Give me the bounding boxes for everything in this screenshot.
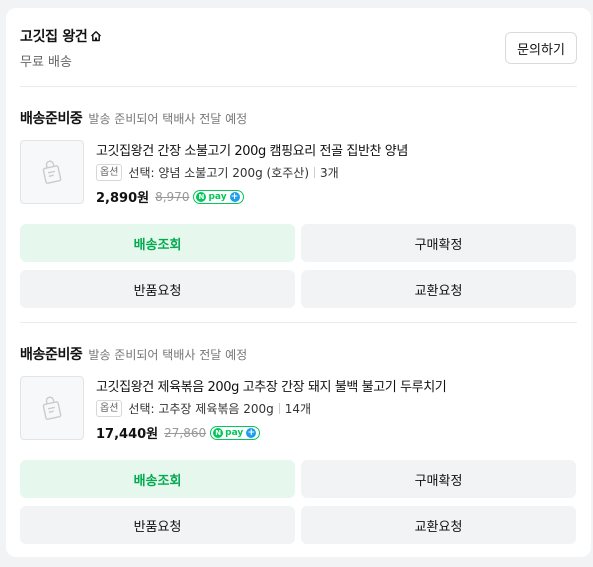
npay-plus-badge-icon: N pay +: [193, 189, 244, 204]
action-buttons: 배송조회 구매확정 반품요청 교환요청: [20, 460, 577, 546]
npay-label: pay: [225, 427, 244, 438]
price-line: 2,890원 8,970 N pay +: [96, 187, 577, 206]
npay-n-icon: N: [213, 427, 224, 438]
order-item: 배송준비중 발송 준비되어 택배사 전달 예정 고깃집왕건 제육볶음 200g …: [20, 344, 577, 546]
status-line: 배송준비중 발송 준비되어 택배사 전달 예정: [20, 344, 577, 363]
shipping-type: 무료 배송: [20, 55, 72, 70]
exchange-request-button[interactable]: 교환요청: [301, 270, 576, 308]
status-line: 배송준비중 발송 준비되어 택배사 전달 예정: [20, 108, 577, 127]
price: 17,440원: [96, 427, 159, 442]
product-row[interactable]: 고깃집왕건 제육볶음 200g 고추장 간장 돼지 불백 불고기 두루치기 옵션…: [20, 376, 577, 442]
plus-icon: +: [229, 191, 240, 202]
product-name[interactable]: 고깃집왕건 제육볶음 200g 고추장 간장 돼지 불백 불고기 두루치기: [96, 376, 577, 395]
product-thumbnail[interactable]: [20, 140, 84, 204]
action-buttons: 배송조회 구매확정 반품요청 교환요청: [20, 224, 577, 310]
option-text: 선택: 고추장 제육볶음 200g: [128, 402, 274, 416]
order-status-description: 발송 준비되어 택배사 전달 예정: [88, 348, 248, 362]
inquiry-button[interactable]: 문의하기: [505, 32, 577, 64]
store-name-text: 고깃집 왕건: [20, 29, 88, 45]
divider: [20, 86, 577, 87]
npay-plus-badge-icon: N pay +: [210, 425, 261, 440]
option-separator: [314, 167, 316, 178]
return-request-button[interactable]: 반품요청: [20, 270, 295, 308]
option-line: 옵션 선택: 고추장 제육볶음 200g 14개: [96, 400, 577, 417]
home-icon: [91, 31, 102, 42]
product-name[interactable]: 고깃집왕건 간장 소불고기 200g 캠핑요리 전골 집반찬 양념: [96, 140, 577, 159]
order-item: 배송준비중 발송 준비되어 택배사 전달 예정 고깃집왕건 간장 소불고기 20…: [20, 108, 577, 310]
option-separator: [278, 403, 280, 414]
npay-n-icon: N: [196, 191, 207, 202]
return-request-button[interactable]: 반품요청: [20, 506, 295, 544]
option-badge: 옵션: [96, 400, 123, 417]
product-thumbnail[interactable]: [20, 376, 84, 440]
product-row[interactable]: 고깃집왕건 간장 소불고기 200g 캠핑요리 전골 집반찬 양념 옵션 선택:…: [20, 140, 577, 206]
plus-icon: +: [246, 427, 257, 438]
store-header: 고깃집 왕건 무료 배송 문의하기: [20, 26, 577, 86]
option-line: 옵션 선택: 양념 소불고기 200g (호주산) 3개: [96, 164, 577, 181]
original-price: 8,970: [155, 189, 190, 204]
option-badge: 옵션: [96, 164, 123, 181]
product-info: 고깃집왕건 제육볶음 200g 고추장 간장 돼지 불백 불고기 두루치기 옵션…: [96, 376, 577, 442]
npay-label: pay: [208, 191, 227, 202]
exchange-request-button[interactable]: 교환요청: [301, 506, 576, 544]
quantity: 3개: [320, 166, 339, 180]
shopping-bag-placeholder-icon: [42, 160, 62, 184]
quantity: 14개: [284, 402, 312, 416]
order-status: 배송준비중: [20, 111, 83, 127]
original-price: 27,860: [164, 425, 207, 440]
order-card: 고깃집 왕건 무료 배송 문의하기 배송준비중 발송 준비되어 택배사 전달 예…: [6, 8, 591, 557]
option-text: 선택: 양념 소불고기 200g (호주산): [128, 166, 310, 180]
shopping-bag-placeholder-icon: [42, 396, 62, 420]
track-delivery-button[interactable]: 배송조회: [20, 224, 295, 262]
store-name[interactable]: 고깃집 왕건: [20, 26, 577, 46]
divider: [20, 322, 577, 323]
confirm-purchase-button[interactable]: 구매확정: [301, 224, 576, 262]
order-status-description: 발송 준비되어 택배사 전달 예정: [88, 112, 248, 126]
price-line: 17,440원 27,860 N pay +: [96, 423, 577, 442]
track-delivery-button[interactable]: 배송조회: [20, 460, 295, 498]
product-info: 고깃집왕건 간장 소불고기 200g 캠핑요리 전골 집반찬 양념 옵션 선택:…: [96, 140, 577, 206]
order-status: 배송준비중: [20, 347, 83, 363]
price: 2,890원: [96, 191, 150, 206]
confirm-purchase-button[interactable]: 구매확정: [301, 460, 576, 498]
